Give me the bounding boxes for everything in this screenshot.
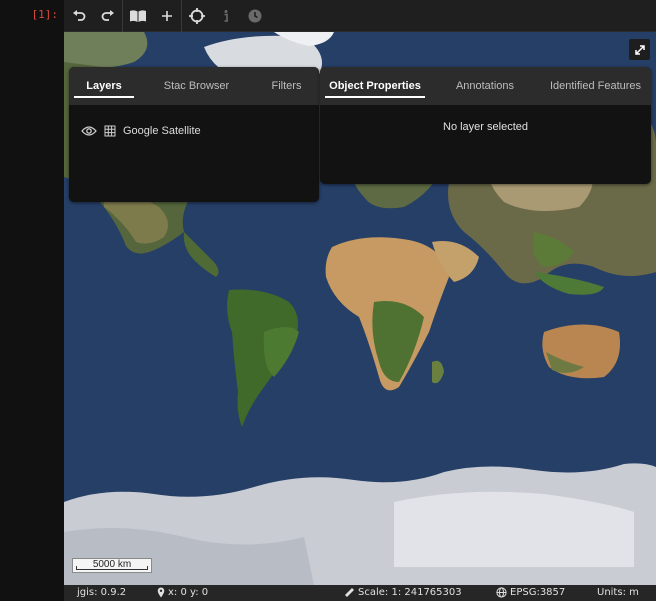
scale-bar: 5000 km bbox=[72, 558, 152, 573]
tab-annotations[interactable]: Annotations bbox=[430, 67, 540, 105]
properties-panel: Object Properties Annotations Identified… bbox=[320, 67, 651, 184]
globe-icon bbox=[496, 587, 507, 598]
tab-filters[interactable]: Filters bbox=[254, 67, 319, 105]
history-button[interactable] bbox=[240, 0, 269, 32]
undo-icon bbox=[72, 9, 85, 21]
projection-label: EPSG:3857 bbox=[510, 587, 566, 598]
coords-label: x: 0 y: 0 bbox=[168, 587, 209, 598]
tab-stac-browser[interactable]: Stac Browser bbox=[139, 67, 254, 105]
redo-button[interactable] bbox=[93, 0, 122, 32]
tab-identified-features[interactable]: Identified Features bbox=[540, 67, 651, 105]
status-bar: jgis: 0.9.2 x: 0 y: 0 Scale: 1: 24176530… bbox=[64, 585, 656, 601]
map-pin-icon bbox=[157, 587, 165, 598]
scale-status: Scale: 1: 241765303 bbox=[344, 587, 462, 598]
layer-item[interactable]: Google Satellite bbox=[81, 125, 201, 137]
layers-panel: Layers Stac Browser Filters Google Satel… bbox=[69, 67, 319, 202]
expand-icon bbox=[634, 44, 645, 55]
tab-object-properties[interactable]: Object Properties bbox=[320, 67, 430, 105]
empty-state-message: No layer selected bbox=[443, 121, 528, 133]
add-button[interactable] bbox=[152, 0, 181, 32]
clock-icon bbox=[248, 9, 261, 22]
toolbar bbox=[64, 0, 656, 32]
redo-icon bbox=[101, 9, 114, 21]
eye-icon bbox=[81, 126, 97, 136]
scale-bar-label: 5000 km bbox=[92, 559, 132, 570]
layers-panel-tabs: Layers Stac Browser Filters bbox=[69, 67, 319, 105]
coords-status: x: 0 y: 0 bbox=[157, 587, 208, 598]
properties-panel-tabs: Object Properties Annotations Identified… bbox=[320, 67, 651, 105]
visibility-toggle[interactable] bbox=[81, 125, 97, 137]
map-viewport[interactable]: Layers Stac Browser Filters Google Satel… bbox=[64, 32, 656, 585]
units-status: Units: m bbox=[597, 587, 639, 598]
scale-label: Scale: 1: 241765303 bbox=[358, 587, 462, 598]
crosshair-icon bbox=[188, 7, 205, 24]
plus-icon bbox=[161, 10, 172, 21]
center-button[interactable] bbox=[182, 0, 211, 32]
cell-prompt: [1]: bbox=[31, 8, 59, 21]
info-icon bbox=[224, 9, 228, 22]
ruler-icon bbox=[345, 588, 354, 597]
units-label: Units: m bbox=[597, 587, 639, 598]
tab-layers[interactable]: Layers bbox=[69, 67, 139, 105]
raster-layer-icon bbox=[104, 125, 116, 137]
layer-name: Google Satellite bbox=[123, 125, 201, 137]
info-button[interactable] bbox=[211, 0, 240, 32]
open-book-button[interactable] bbox=[123, 0, 152, 32]
version-status: jgis: 0.9.2 bbox=[77, 587, 126, 598]
projection-status: EPSG:3857 bbox=[496, 587, 565, 598]
fullscreen-button[interactable] bbox=[629, 39, 650, 60]
undo-button[interactable] bbox=[64, 0, 93, 32]
version-label: jgis: 0.9.2 bbox=[77, 587, 127, 598]
book-icon bbox=[129, 9, 146, 22]
